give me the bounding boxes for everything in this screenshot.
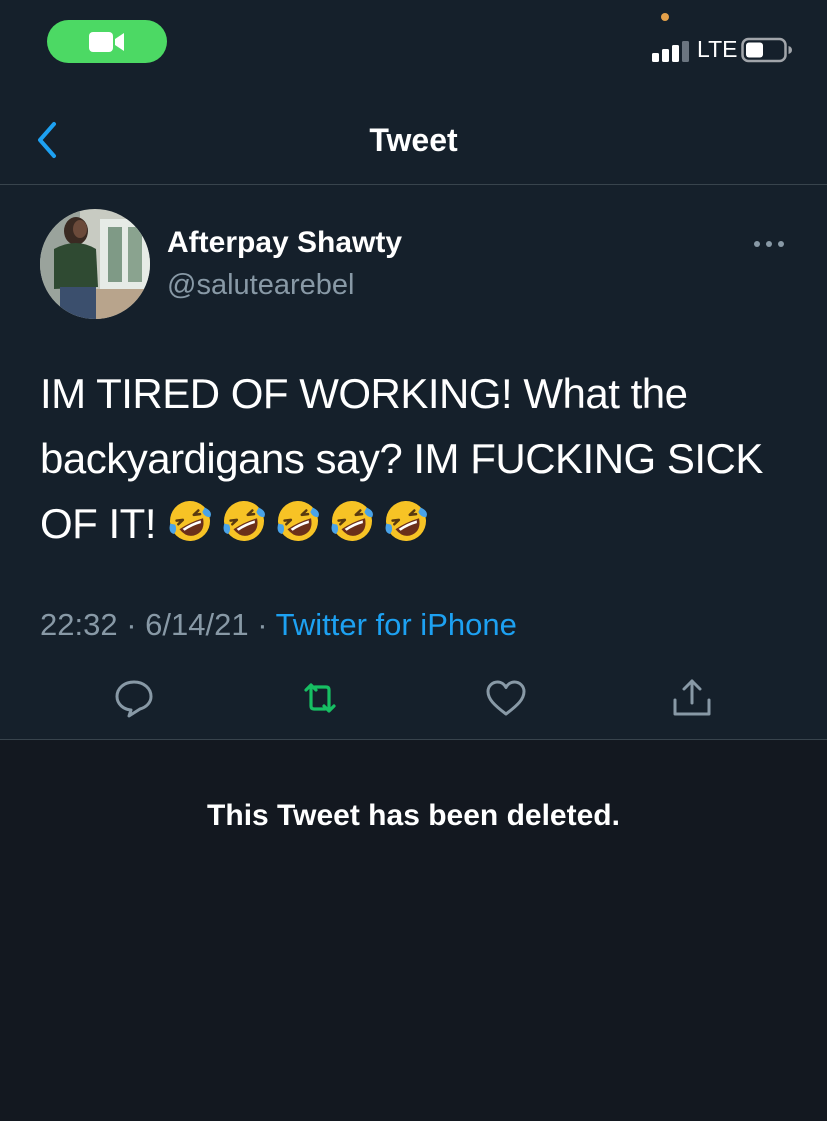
meta-separator: · [126, 607, 137, 642]
share-icon[interactable] [670, 676, 714, 720]
tweet-date: 6/14/21 [145, 607, 249, 642]
meta-separator: · [257, 607, 268, 642]
more-horizontal-icon[interactable] [752, 234, 786, 254]
mic-in-use-indicator [661, 13, 669, 21]
tweet-meta: 22:32 · 6/14/21 · Twitter for iPhone [40, 603, 517, 647]
page-title: Tweet [369, 122, 458, 158]
author-display-name[interactable]: Afterpay Shawty [167, 222, 402, 264]
emoji-row [167, 500, 437, 547]
rolling-on-floor-laughing-emoji [277, 501, 320, 541]
rolling-on-floor-laughing-emoji [385, 501, 428, 541]
header-divider [0, 184, 827, 185]
deleted-tweet-notice: This Tweet has been deleted. [207, 799, 620, 832]
retweet-icon[interactable] [298, 676, 342, 720]
like-icon[interactable] [484, 676, 528, 720]
tweet-time: 22:32 [40, 607, 118, 642]
rolling-on-floor-laughing-emoji [223, 501, 266, 541]
author-handle[interactable]: @salutearebel [167, 265, 354, 305]
facetime-call-indicator[interactable] [47, 20, 167, 63]
battery-icon [741, 37, 792, 63]
rolling-on-floor-laughing-emoji [169, 501, 212, 541]
tweet-source-link[interactable]: Twitter for iPhone [276, 607, 517, 642]
cellular-signal-icon [652, 41, 689, 62]
reply-icon[interactable] [112, 676, 156, 720]
tweet-divider [0, 739, 827, 740]
tweet-text: IM TIRED OF WORKING! What the backyardig… [40, 361, 800, 556]
video-camera-icon [89, 31, 124, 52]
avatar[interactable] [40, 209, 150, 319]
rolling-on-floor-laughing-emoji [331, 501, 374, 541]
network-type: LTE [697, 36, 738, 62]
